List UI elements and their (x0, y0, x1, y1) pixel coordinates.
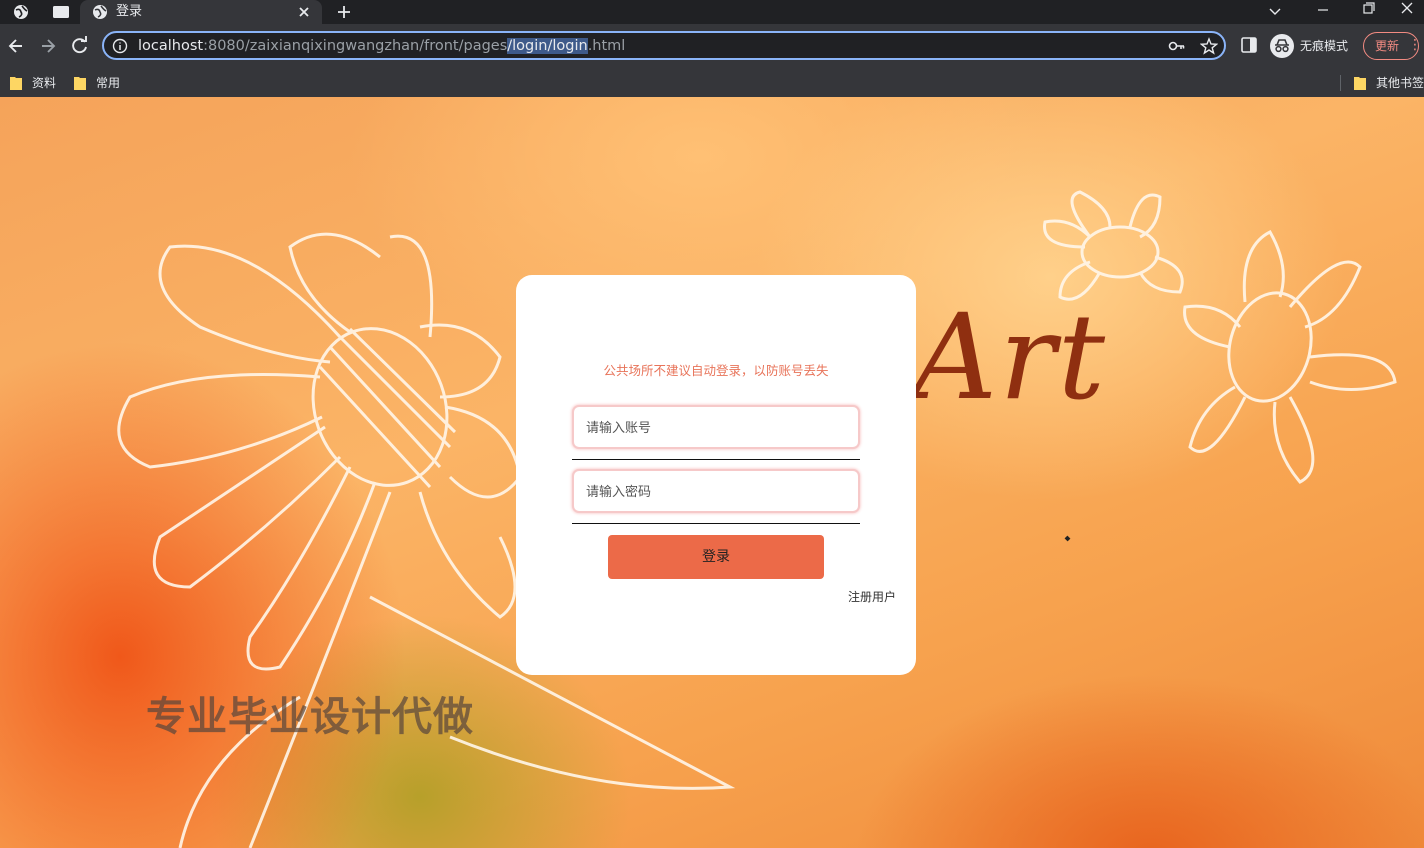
globe-icon[interactable] (12, 3, 30, 21)
other-bookmarks[interactable]: 其他书签 (1354, 73, 1424, 93)
key-icon[interactable] (1168, 38, 1186, 54)
globe-icon (93, 5, 107, 19)
bookmark-folder-changyong[interactable]: 常用 (74, 73, 134, 93)
url-text[interactable]: localhost:8080/zaixianqixingwangzhan/fro… (138, 37, 625, 55)
incognito-icon (1270, 34, 1294, 58)
register-link[interactable]: 注册用户 (848, 589, 896, 605)
back-icon[interactable] (6, 36, 26, 56)
bookmark-folder-ziliao[interactable]: 资料 (10, 73, 70, 93)
other-bookmarks-label: 其他书签 (1376, 76, 1424, 90)
url-path: :8080/zaixianqixingwangzhan/front/pages (203, 38, 508, 54)
password-input[interactable] (584, 471, 848, 513)
login-button-label: 登录 (702, 549, 730, 565)
account-underline (572, 459, 860, 460)
menu-dots-icon[interactable]: ⋮ (1408, 36, 1422, 54)
update-label: 更新 (1375, 39, 1400, 53)
close-icon[interactable] (296, 4, 312, 20)
bookmarks-bar: 资料 常用 其他书签 (0, 68, 1424, 98)
folder-icon (1354, 77, 1366, 90)
tab-login[interactable]: 登录 (80, 0, 322, 24)
folder-icon (74, 77, 86, 90)
password-underline (572, 523, 860, 524)
bookmark-label: 常用 (96, 76, 121, 90)
page-content: Art 专业毕业设计代做 公共场所不建议自动登录，以防账号丢失 登录 注册用户 (0, 97, 1424, 848)
close-window-icon[interactable] (1392, 0, 1424, 24)
url-host: localhost (138, 38, 204, 54)
bookmark-star-icon[interactable] (1200, 37, 1218, 55)
reload-icon[interactable] (70, 36, 90, 56)
update-button[interactable]: 更新 ⋮ (1363, 32, 1422, 60)
tab-search-icon[interactable] (52, 3, 70, 21)
side-panel-icon[interactable] (1240, 36, 1258, 54)
login-card: 公共场所不建议自动登录，以防账号丢失 登录 注册用户 (516, 275, 916, 675)
incognito-label: 无痕模式 (1300, 39, 1349, 53)
bookmark-label: 资料 (32, 76, 57, 90)
tab-list-chevron-icon[interactable] (1252, 0, 1298, 24)
login-tip: 公共场所不建议自动登录，以防账号丢失 (603, 363, 829, 378)
url-ext: .html (587, 38, 626, 54)
restore-icon[interactable] (1346, 0, 1392, 24)
password-field[interactable] (572, 469, 860, 513)
site-info-icon[interactable] (112, 38, 128, 54)
incognito-indicator[interactable]: 无痕模式 (1270, 34, 1358, 58)
url-selected: /login/login (507, 38, 588, 54)
art-heading: Art (912, 288, 1108, 426)
promo-watermark: 专业毕业设计代做 (146, 694, 474, 740)
bookmarks-divider (1340, 75, 1341, 91)
folder-icon (10, 77, 22, 90)
browser-toolbar: localhost:8080/zaixianqixingwangzhan/fro… (0, 24, 1424, 68)
account-input[interactable] (584, 407, 848, 449)
forward-icon[interactable] (38, 36, 58, 56)
login-button[interactable]: 登录 (608, 535, 824, 579)
address-bar[interactable]: localhost:8080/zaixianqixingwangzhan/fro… (102, 31, 1226, 60)
new-tab-icon[interactable] (334, 2, 354, 22)
tab-title: 登录 (116, 4, 143, 19)
minimize-icon[interactable] (1300, 0, 1346, 24)
tab-strip: 登录 (0, 0, 1424, 24)
account-field[interactable] (572, 405, 860, 449)
